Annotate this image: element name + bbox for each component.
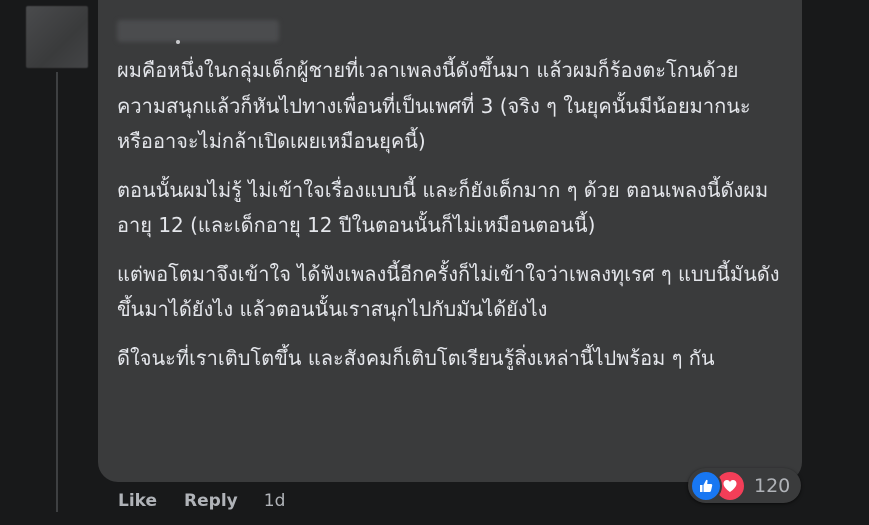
comment-paragraph: แต่พอโตมาจึงเข้าใจ ได้ฟังเพลงนี้อีกครั้ง… bbox=[117, 261, 780, 322]
reply-button[interactable]: Reply bbox=[184, 491, 238, 511]
like-button[interactable]: Like bbox=[118, 491, 157, 511]
comment-paragraph: ตอนนั้นผมไม่รู้ ไม่เข้าใจเรื่องแบบนี้ แล… bbox=[117, 177, 769, 238]
avatar[interactable] bbox=[26, 6, 88, 68]
author-dot bbox=[176, 40, 180, 44]
reactions-summary[interactable]: 120 bbox=[688, 468, 801, 503]
comment-paragraph: ผมคือหนึ่งในกลุ่มเด็กผู้ชายที่เวลาเพลงนี… bbox=[117, 58, 751, 153]
comment-text: ผมคือหนึ่งในกลุ่มเด็กผู้ชายที่เวลาเพลงนี… bbox=[117, 53, 785, 389]
thread-line bbox=[56, 72, 58, 512]
comment-paragraph: ดีใจนะที่เราเติบโตขึ้น และสังคมก็เติบโตเ… bbox=[117, 345, 715, 370]
author-name-redacted[interactable] bbox=[117, 20, 279, 42]
comment-actions: Like Reply 1d bbox=[118, 488, 285, 514]
comment-bubble: ผมคือหนึ่งในกลุ่มเด็กผู้ชายที่เวลาเพลงนี… bbox=[98, 0, 802, 482]
reaction-count: 120 bbox=[754, 474, 791, 497]
timestamp[interactable]: 1d bbox=[264, 491, 286, 511]
like-icon bbox=[690, 469, 722, 502]
